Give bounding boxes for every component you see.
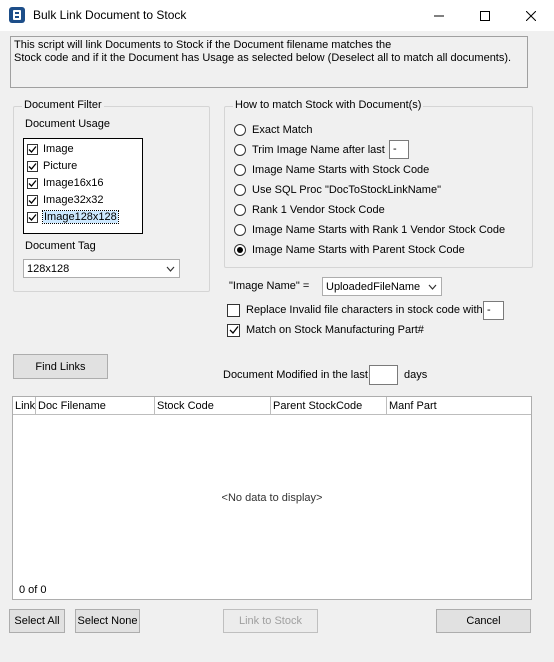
grid-empty-message: <No data to display> (221, 492, 323, 504)
find-links-button[interactable]: Find Links (13, 354, 108, 379)
usage-item-image16x16[interactable]: Image16x16 (27, 175, 104, 191)
usage-item-picture[interactable]: Picture (27, 158, 77, 174)
column-header-link[interactable]: Link (13, 397, 36, 415)
usage-item-label: Image128x128 (42, 210, 119, 224)
replace-invalid-checkbox[interactable] (227, 303, 240, 317)
radio-label: Rank 1 Vendor Stock Code (252, 204, 385, 216)
checkbox[interactable] (27, 211, 38, 223)
usage-item-image128x128[interactable]: Image128x128 (27, 209, 119, 225)
radio-sql-proc[interactable]: Use SQL Proc "DocToStockLinkName" (234, 182, 441, 198)
match-manf-option[interactable]: Match on Stock Manufacturing Part# (227, 322, 424, 338)
image-name-label: "Image Name" = (229, 280, 310, 292)
modified-suffix-label: days (404, 369, 428, 381)
checkbox[interactable] (27, 177, 38, 189)
column-header-manf-part[interactable]: Manf Part (387, 397, 531, 415)
chevron-down-icon (428, 284, 437, 290)
maximize-icon (480, 10, 490, 21)
radio-label: Use SQL Proc "DocToStockLinkName" (252, 184, 441, 196)
radio-trim-image-name[interactable]: Trim Image Name after last (234, 142, 385, 158)
document-tag-label: Document Tag (25, 240, 96, 252)
select-all-button[interactable]: Select All (9, 609, 65, 633)
column-header-parent-stockcode[interactable]: Parent StockCode (271, 397, 387, 415)
radio-button[interactable] (234, 144, 246, 156)
maximize-button[interactable] (462, 0, 508, 31)
check-icon (28, 196, 37, 204)
checkbox[interactable] (27, 194, 38, 206)
chevron-down-icon (166, 266, 175, 272)
check-icon (28, 179, 37, 187)
radio-button[interactable] (234, 184, 246, 196)
radio-label: Image Name Starts with Parent Stock Code (252, 244, 465, 256)
trim-char-input[interactable]: - (389, 140, 409, 159)
radio-label: Trim Image Name after last (252, 144, 385, 156)
check-icon (28, 145, 37, 153)
app-icon (9, 7, 25, 23)
minimize-button[interactable] (416, 0, 462, 31)
cancel-button[interactable]: Cancel (436, 609, 531, 633)
column-header-stock-code[interactable]: Stock Code (155, 397, 271, 415)
modified-days-input[interactable] (369, 365, 398, 385)
usage-item-image[interactable]: Image (27, 141, 74, 157)
minimize-icon (434, 15, 444, 16)
radio-button[interactable] (234, 204, 246, 216)
replace-invalid-option[interactable]: Replace Invalid file characters in stock… (227, 302, 483, 318)
radio-starts-with-stock-code[interactable]: Image Name Starts with Stock Code (234, 162, 429, 178)
usage-item-label: Image32x32 (43, 194, 104, 206)
window-title: Bulk Link Document to Stock (33, 8, 187, 22)
radio-label: Exact Match (252, 124, 313, 136)
check-icon (28, 162, 37, 170)
radio-label: Image Name Starts with Rank 1 Vendor Sto… (252, 224, 506, 236)
match-method-label: How to match Stock with Document(s) (233, 99, 424, 111)
match-manf-checkbox[interactable] (227, 323, 240, 337)
close-icon (526, 10, 536, 21)
radio-exact-match[interactable]: Exact Match (234, 122, 313, 138)
script-description: This script will link Documents to Stock… (10, 36, 528, 88)
close-button[interactable] (508, 0, 554, 31)
radio-selected-dot (237, 247, 243, 253)
usage-item-label: Image (43, 143, 74, 155)
usage-item-label: Image16x16 (43, 177, 104, 189)
select-none-button[interactable]: Select None (75, 609, 140, 633)
usage-item-image32x32[interactable]: Image32x32 (27, 192, 104, 208)
radio-starts-with-parent[interactable]: Image Name Starts with Parent Stock Code (234, 242, 465, 258)
check-icon (229, 326, 239, 334)
radio-button[interactable] (234, 244, 246, 256)
document-tag-select[interactable]: 128x128 (23, 259, 180, 278)
checkbox[interactable] (27, 160, 38, 172)
document-usage-label: Document Usage (25, 118, 110, 130)
match-manf-label: Match on Stock Manufacturing Part# (246, 324, 424, 336)
check-icon (28, 213, 37, 221)
radio-button[interactable] (234, 164, 246, 176)
replace-char-input[interactable]: - (483, 301, 504, 320)
replace-invalid-label: Replace Invalid file characters in stock… (246, 304, 483, 316)
checkbox[interactable] (27, 143, 38, 155)
radio-button[interactable] (234, 124, 246, 136)
image-name-value: UploadedFileName (326, 280, 421, 293)
results-grid[interactable]: Link Doc Filename Stock Code Parent Stoc… (12, 396, 532, 600)
radio-rank1-vendor[interactable]: Rank 1 Vendor Stock Code (234, 202, 385, 218)
document-tag-value: 128x128 (27, 262, 70, 275)
usage-item-label: Picture (43, 160, 78, 172)
column-header-doc-filename[interactable]: Doc Filename (36, 397, 155, 415)
grid-record-count: 0 of 0 (19, 584, 47, 596)
radio-label: Image Name Starts with Stock Code (252, 164, 430, 176)
image-name-select[interactable]: UploadedFileName (322, 277, 442, 296)
document-filter-label: Document Filter (22, 99, 104, 111)
document-usage-list[interactable]: Image Picture Image16x16 Image32x32 Imag… (23, 138, 143, 234)
link-to-stock-button[interactable]: Link to Stock (223, 609, 318, 633)
radio-starts-with-rank1-vendor[interactable]: Image Name Starts with Rank 1 Vendor Sto… (234, 222, 505, 238)
modified-prefix-label: Document Modified in the last (223, 369, 368, 381)
radio-button[interactable] (234, 224, 246, 236)
